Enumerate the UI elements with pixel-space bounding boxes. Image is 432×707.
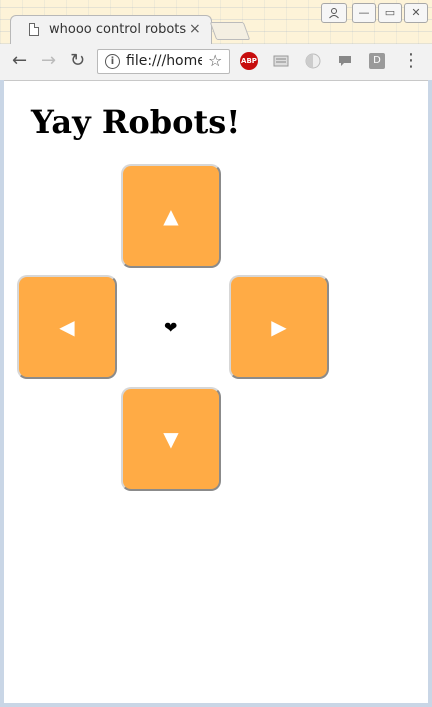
right-arrow-icon: ▶ bbox=[271, 315, 287, 339]
browser-tab[interactable]: whooo control robots × bbox=[10, 15, 212, 46]
file-icon bbox=[29, 23, 39, 36]
extension-grid-icon[interactable] bbox=[273, 53, 289, 69]
back-icon[interactable]: ← bbox=[12, 51, 27, 71]
page-content: Yay Robots! ▲ ◀ ❤ ▶ ▼ bbox=[4, 81, 428, 703]
close-window-button[interactable]: ✕ bbox=[404, 3, 428, 23]
adblock-icon[interactable]: ABP bbox=[240, 52, 258, 70]
menu-icon[interactable]: ⋮ bbox=[402, 51, 420, 71]
title-bar: whooo control robots × — ▭ ✕ bbox=[0, 0, 432, 46]
maximize-button[interactable]: ▭ bbox=[378, 3, 402, 23]
user-icon[interactable] bbox=[321, 3, 347, 23]
extension-d-icon[interactable]: D bbox=[369, 53, 385, 69]
speech-bubble-icon[interactable] bbox=[337, 53, 353, 69]
right-button[interactable]: ▶ bbox=[229, 275, 329, 379]
page-title: Yay Robots! bbox=[31, 103, 241, 141]
up-arrow-icon: ▲ bbox=[163, 204, 179, 228]
up-button[interactable]: ▲ bbox=[121, 164, 221, 268]
bookmark-star-icon[interactable]: ☆ bbox=[208, 51, 222, 70]
forward-icon[interactable]: → bbox=[41, 51, 56, 71]
minimize-button[interactable]: — bbox=[352, 3, 376, 23]
tab-close-icon[interactable]: × bbox=[189, 21, 201, 37]
heart-icon: ❤ bbox=[164, 318, 178, 337]
address-bar[interactable]: i file:///home ☆ bbox=[97, 49, 230, 74]
left-arrow-icon: ◀ bbox=[59, 315, 75, 339]
tab-title: whooo control robots bbox=[49, 22, 187, 37]
new-tab-button[interactable] bbox=[209, 22, 251, 40]
reload-icon[interactable]: ↻ bbox=[70, 51, 85, 71]
down-arrow-icon: ▼ bbox=[163, 427, 179, 451]
down-button[interactable]: ▼ bbox=[121, 387, 221, 491]
info-icon[interactable]: i bbox=[105, 54, 120, 69]
contrast-icon[interactable] bbox=[305, 53, 321, 69]
url-text[interactable]: file:///home bbox=[126, 53, 202, 69]
left-button[interactable]: ◀ bbox=[17, 275, 117, 379]
browser-toolbar: ← → ↻ i file:///home ☆ ⋮ bbox=[0, 44, 432, 81]
